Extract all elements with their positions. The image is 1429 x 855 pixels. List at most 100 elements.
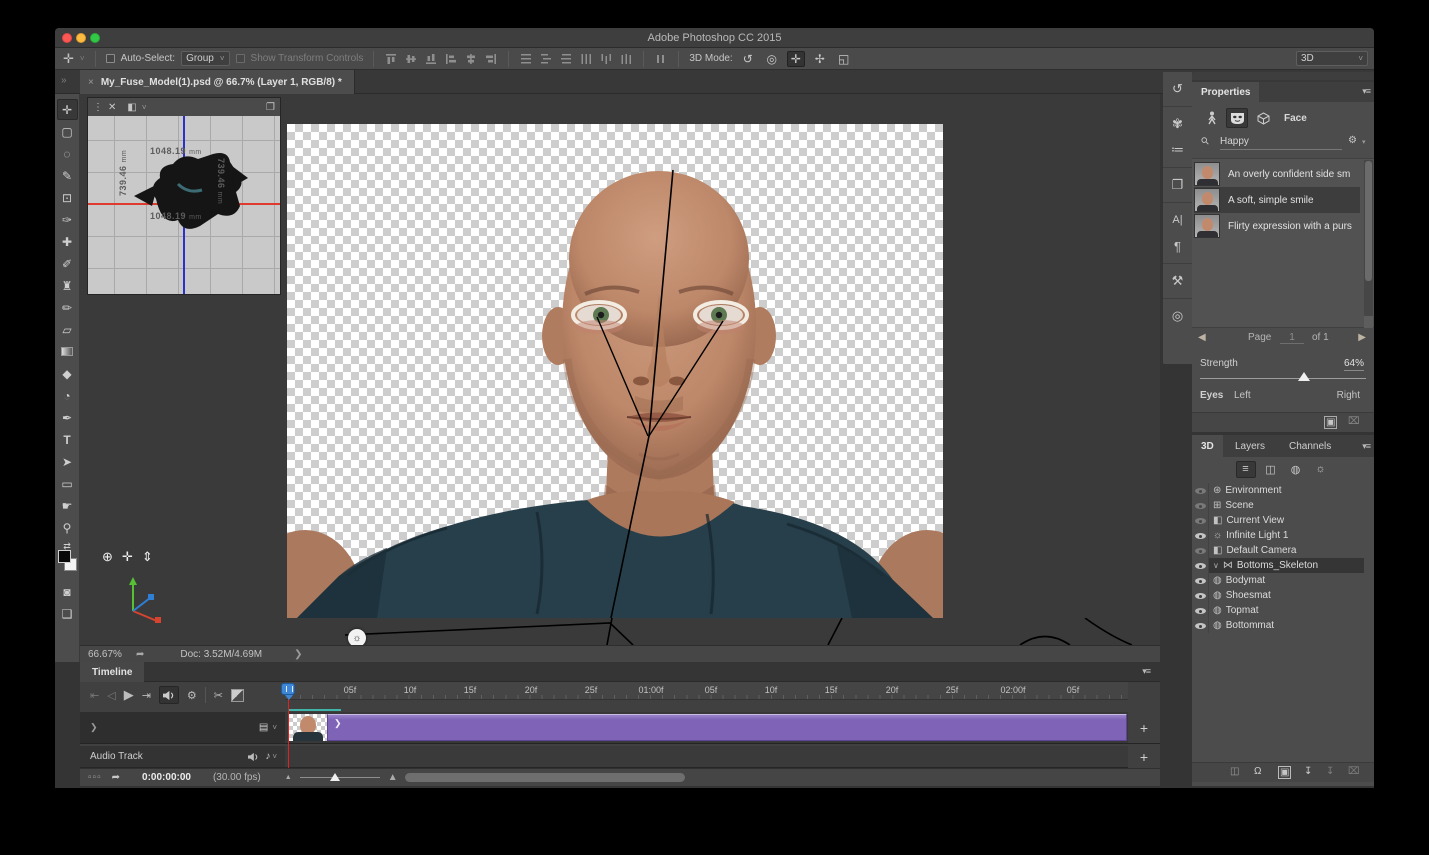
- strength-slider-track[interactable]: [1200, 378, 1366, 379]
- scene-item-scene[interactable]: ⊞Scene: [1192, 498, 1364, 513]
- quick-mask-icon[interactable]: ◙: [57, 581, 78, 602]
- paragraph-panel-icon[interactable]: ¶: [1163, 233, 1192, 259]
- eyedropper-tool[interactable]: ✑: [57, 209, 78, 230]
- pin-icon[interactable]: ↧: [1304, 766, 1312, 777]
- orbit-camera-icon[interactable]: ⊕: [102, 549, 113, 565]
- clone-source-panel-icon[interactable]: ❐: [1163, 172, 1192, 198]
- type-tool[interactable]: T: [57, 429, 78, 450]
- visibility-eye-icon[interactable]: [1195, 545, 1206, 556]
- timeline-menu-icon[interactable]: ▾≡: [1142, 666, 1150, 677]
- camera-icon[interactable]: ◧: [127, 102, 136, 113]
- panel-menu-icon[interactable]: ▾≡: [1362, 441, 1370, 452]
- zoom-tool[interactable]: ⚲: [57, 517, 78, 538]
- auto-select-dropdown[interactable]: Group˅: [181, 51, 229, 66]
- quick-selection-tool[interactable]: ✎: [57, 165, 78, 186]
- mesh-properties-icon[interactable]: [1252, 108, 1274, 128]
- playhead[interactable]: [281, 683, 295, 695]
- filmstrip-icon[interactable]: ▤: [259, 722, 268, 733]
- infinite-light-widget[interactable]: ☼: [348, 629, 366, 645]
- history-panel-icon[interactable]: ↺: [1163, 76, 1192, 102]
- close-tab-icon[interactable]: ×: [88, 77, 94, 88]
- dolly-camera-icon[interactable]: ⇕: [142, 549, 153, 565]
- pan-camera-icon[interactable]: ✛: [122, 549, 133, 565]
- move-tool[interactable]: ✛: [57, 99, 78, 120]
- audio-track-lane[interactable]: [285, 746, 1128, 768]
- add-video-media-button[interactable]: +: [1140, 720, 1148, 736]
- orbit-3d-icon[interactable]: ↺: [739, 51, 757, 67]
- character-panel-icon[interactable]: A|: [1163, 207, 1192, 233]
- visibility-eye-icon[interactable]: [1195, 500, 1206, 511]
- tab-properties[interactable]: Properties: [1192, 82, 1259, 102]
- clip-thumbnail[interactable]: [289, 714, 327, 741]
- previous-frame-icon[interactable]: ◁: [107, 689, 115, 702]
- align-horizontal-center-icon[interactable]: [464, 52, 478, 66]
- drag-3d-icon[interactable]: ✛: [787, 51, 805, 67]
- grabber-icon[interactable]: ⋮: [93, 102, 103, 113]
- visibility-eye-icon[interactable]: [1195, 515, 1206, 526]
- scene-item-shoesmat[interactable]: ◍Shoesmat: [1192, 588, 1364, 603]
- coordinates-icon[interactable]: [1200, 108, 1222, 128]
- screen-mode-icon[interactable]: ❑: [57, 603, 78, 624]
- lasso-tool[interactable]: ◌: [57, 143, 78, 164]
- panel-menu-icon[interactable]: ▾≡: [1362, 86, 1370, 97]
- gear-chevron-icon[interactable]: ▾: [1362, 138, 1366, 146]
- scene-item-environment[interactable]: ⊛Environment: [1192, 483, 1364, 498]
- visibility-eye-icon[interactable]: [1195, 620, 1206, 631]
- brush-settings-panel-icon[interactable]: ≔: [1163, 137, 1192, 163]
- crop-tool[interactable]: ⊡: [57, 187, 78, 208]
- align-right-icon[interactable]: [484, 52, 498, 66]
- pin-dim-icon[interactable]: ↧: [1326, 766, 1334, 777]
- new-light-icon[interactable]: Ω: [1254, 766, 1261, 777]
- distribute-horizontal-center-icon[interactable]: [599, 52, 613, 66]
- scene-item-topmat[interactable]: ◍Topmat: [1192, 603, 1364, 618]
- render-icon[interactable]: ▣: [1278, 766, 1291, 779]
- align-left-icon[interactable]: [444, 52, 458, 66]
- add-audio-media-button[interactable]: +: [1140, 749, 1148, 765]
- distribute-spacing-icon[interactable]: [654, 52, 668, 66]
- expand-caret-icon[interactable]: ∨: [1213, 561, 1219, 570]
- next-frame-icon[interactable]: ⇥: [142, 689, 151, 702]
- show-transform-checkbox[interactable]: [236, 54, 245, 63]
- scene-item-infinite-light[interactable]: ☼Infinite Light 1: [1192, 528, 1364, 543]
- track-disclosure-icon[interactable]: ❯: [90, 722, 98, 733]
- music-note-icon[interactable]: ♪: [265, 751, 270, 762]
- scene-item-bodymat[interactable]: ◍Bodymat: [1192, 573, 1364, 588]
- frame-squares-icon[interactable]: ▫▫▫: [88, 772, 102, 783]
- expression-item[interactable]: An overly confident side sm: [1194, 161, 1360, 187]
- scale-3d-icon[interactable]: ◱: [835, 51, 853, 67]
- play-icon[interactable]: ▶: [124, 687, 134, 703]
- scene-item-bottommat[interactable]: ◍Bottommat: [1192, 618, 1364, 633]
- share-icon[interactable]: ➦: [136, 649, 144, 660]
- history-brush-tool[interactable]: ✏: [57, 297, 78, 318]
- filter-scene-icon[interactable]: ≡: [1236, 461, 1256, 478]
- toolbar-expand-icon[interactable]: »: [61, 75, 67, 86]
- titlebar[interactable]: Adobe Photoshop CC 2015: [55, 28, 1374, 48]
- zoom-out-thumbnails-icon[interactable]: ▲: [285, 774, 292, 781]
- dock-header[interactable]: [1192, 72, 1374, 80]
- zoom-level-field[interactable]: 66.67%: [88, 649, 136, 660]
- align-vertical-center-icon[interactable]: [404, 52, 418, 66]
- visibility-eye-icon[interactable]: [1195, 560, 1206, 571]
- foreground-color-swatch[interactable]: [58, 550, 71, 563]
- clone-stamp-tool[interactable]: ♜: [57, 275, 78, 296]
- expression-item[interactable]: Flirty expression with a purs: [1194, 213, 1360, 239]
- shape-tool[interactable]: ▭: [57, 473, 78, 494]
- status-chevron-icon[interactable]: ❯: [294, 649, 302, 660]
- pen-tool[interactable]: ✒: [57, 407, 78, 428]
- scrollbar-track[interactable]: [1364, 160, 1373, 328]
- page-number-field[interactable]: 1: [1280, 332, 1304, 344]
- hand-tool[interactable]: ☛: [57, 495, 78, 516]
- flip-icon[interactable]: ➦: [112, 772, 120, 783]
- audio-chevron-icon[interactable]: ˅: [272, 752, 277, 761]
- tab-timeline[interactable]: Timeline: [80, 662, 144, 682]
- first-frame-icon[interactable]: ⇤: [90, 689, 99, 702]
- blur-tool[interactable]: ◆: [57, 363, 78, 384]
- timeline-settings-gear-icon[interactable]: ⚙: [187, 689, 197, 702]
- gear-icon[interactable]: ⚙: [1348, 135, 1357, 146]
- visibility-eye-icon[interactable]: [1195, 530, 1206, 541]
- distribute-bottom-icon[interactable]: [559, 52, 573, 66]
- speaker-icon[interactable]: [247, 752, 259, 762]
- dodge-tool[interactable]: ◔: [57, 385, 78, 406]
- path-selection-tool[interactable]: ➤: [57, 451, 78, 472]
- 3d-axis-widget[interactable]: [114, 572, 166, 624]
